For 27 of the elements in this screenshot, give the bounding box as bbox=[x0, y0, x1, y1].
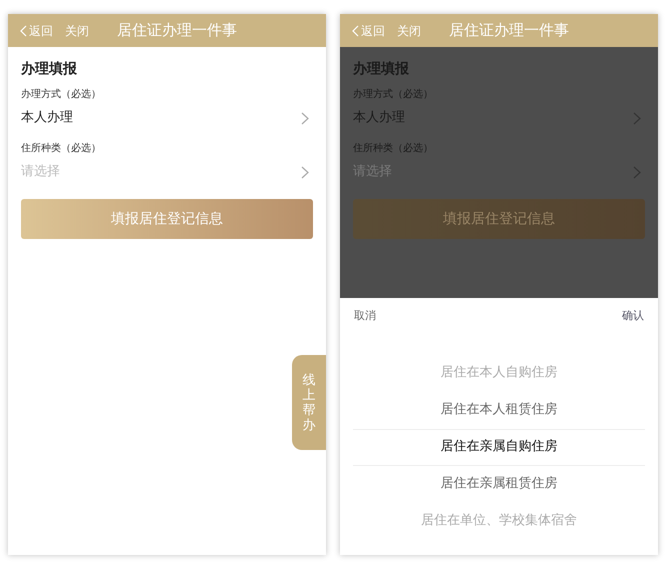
chevron-right-icon bbox=[633, 166, 641, 178]
page-title: 居住证办理一件事 bbox=[117, 20, 237, 42]
select-field[interactable]: 请选择 bbox=[21, 157, 313, 187]
help-tab[interactable]: 线上帮办 bbox=[292, 355, 326, 450]
submit-button[interactable]: 填报居住登记信息 bbox=[353, 199, 645, 239]
field-label: 办理方式（必选） bbox=[21, 88, 102, 102]
chevron-left-icon bbox=[20, 24, 27, 36]
cancel-button[interactable]: 取消 bbox=[354, 308, 376, 324]
select-field[interactable]: 本人办理 bbox=[21, 103, 313, 133]
picker-option[interactable]: 居住在本人自购住房 bbox=[353, 354, 645, 392]
picker-option[interactable]: 居住在亲属自购住房 bbox=[353, 428, 645, 466]
close-button[interactable]: 关闭 bbox=[397, 22, 421, 40]
chevron-left-icon bbox=[352, 24, 359, 36]
page-title: 居住证办理一件事 bbox=[449, 20, 569, 42]
picker-option[interactable]: 居住在亲属租赁住房 bbox=[353, 466, 645, 502]
chevron-right-icon bbox=[633, 112, 641, 124]
submit-button[interactable]: 填报居住登记信息 bbox=[21, 199, 313, 239]
chevron-right-icon bbox=[301, 166, 309, 178]
picker-option[interactable]: 居住在本人租赁住房 bbox=[353, 392, 645, 428]
picker-option[interactable]: 居住在单位、学校集体宿舍 bbox=[353, 502, 645, 540]
back-button[interactable]: 返回 bbox=[20, 22, 53, 40]
chevron-right-icon bbox=[301, 112, 309, 124]
back-button[interactable]: 返回 bbox=[352, 22, 385, 40]
close-button[interactable]: 关闭 bbox=[65, 22, 89, 40]
section-title: 办理填报 bbox=[21, 60, 78, 79]
field-label: 住所种类（必选） bbox=[21, 142, 102, 156]
confirm-button[interactable]: 确认 bbox=[622, 308, 644, 324]
